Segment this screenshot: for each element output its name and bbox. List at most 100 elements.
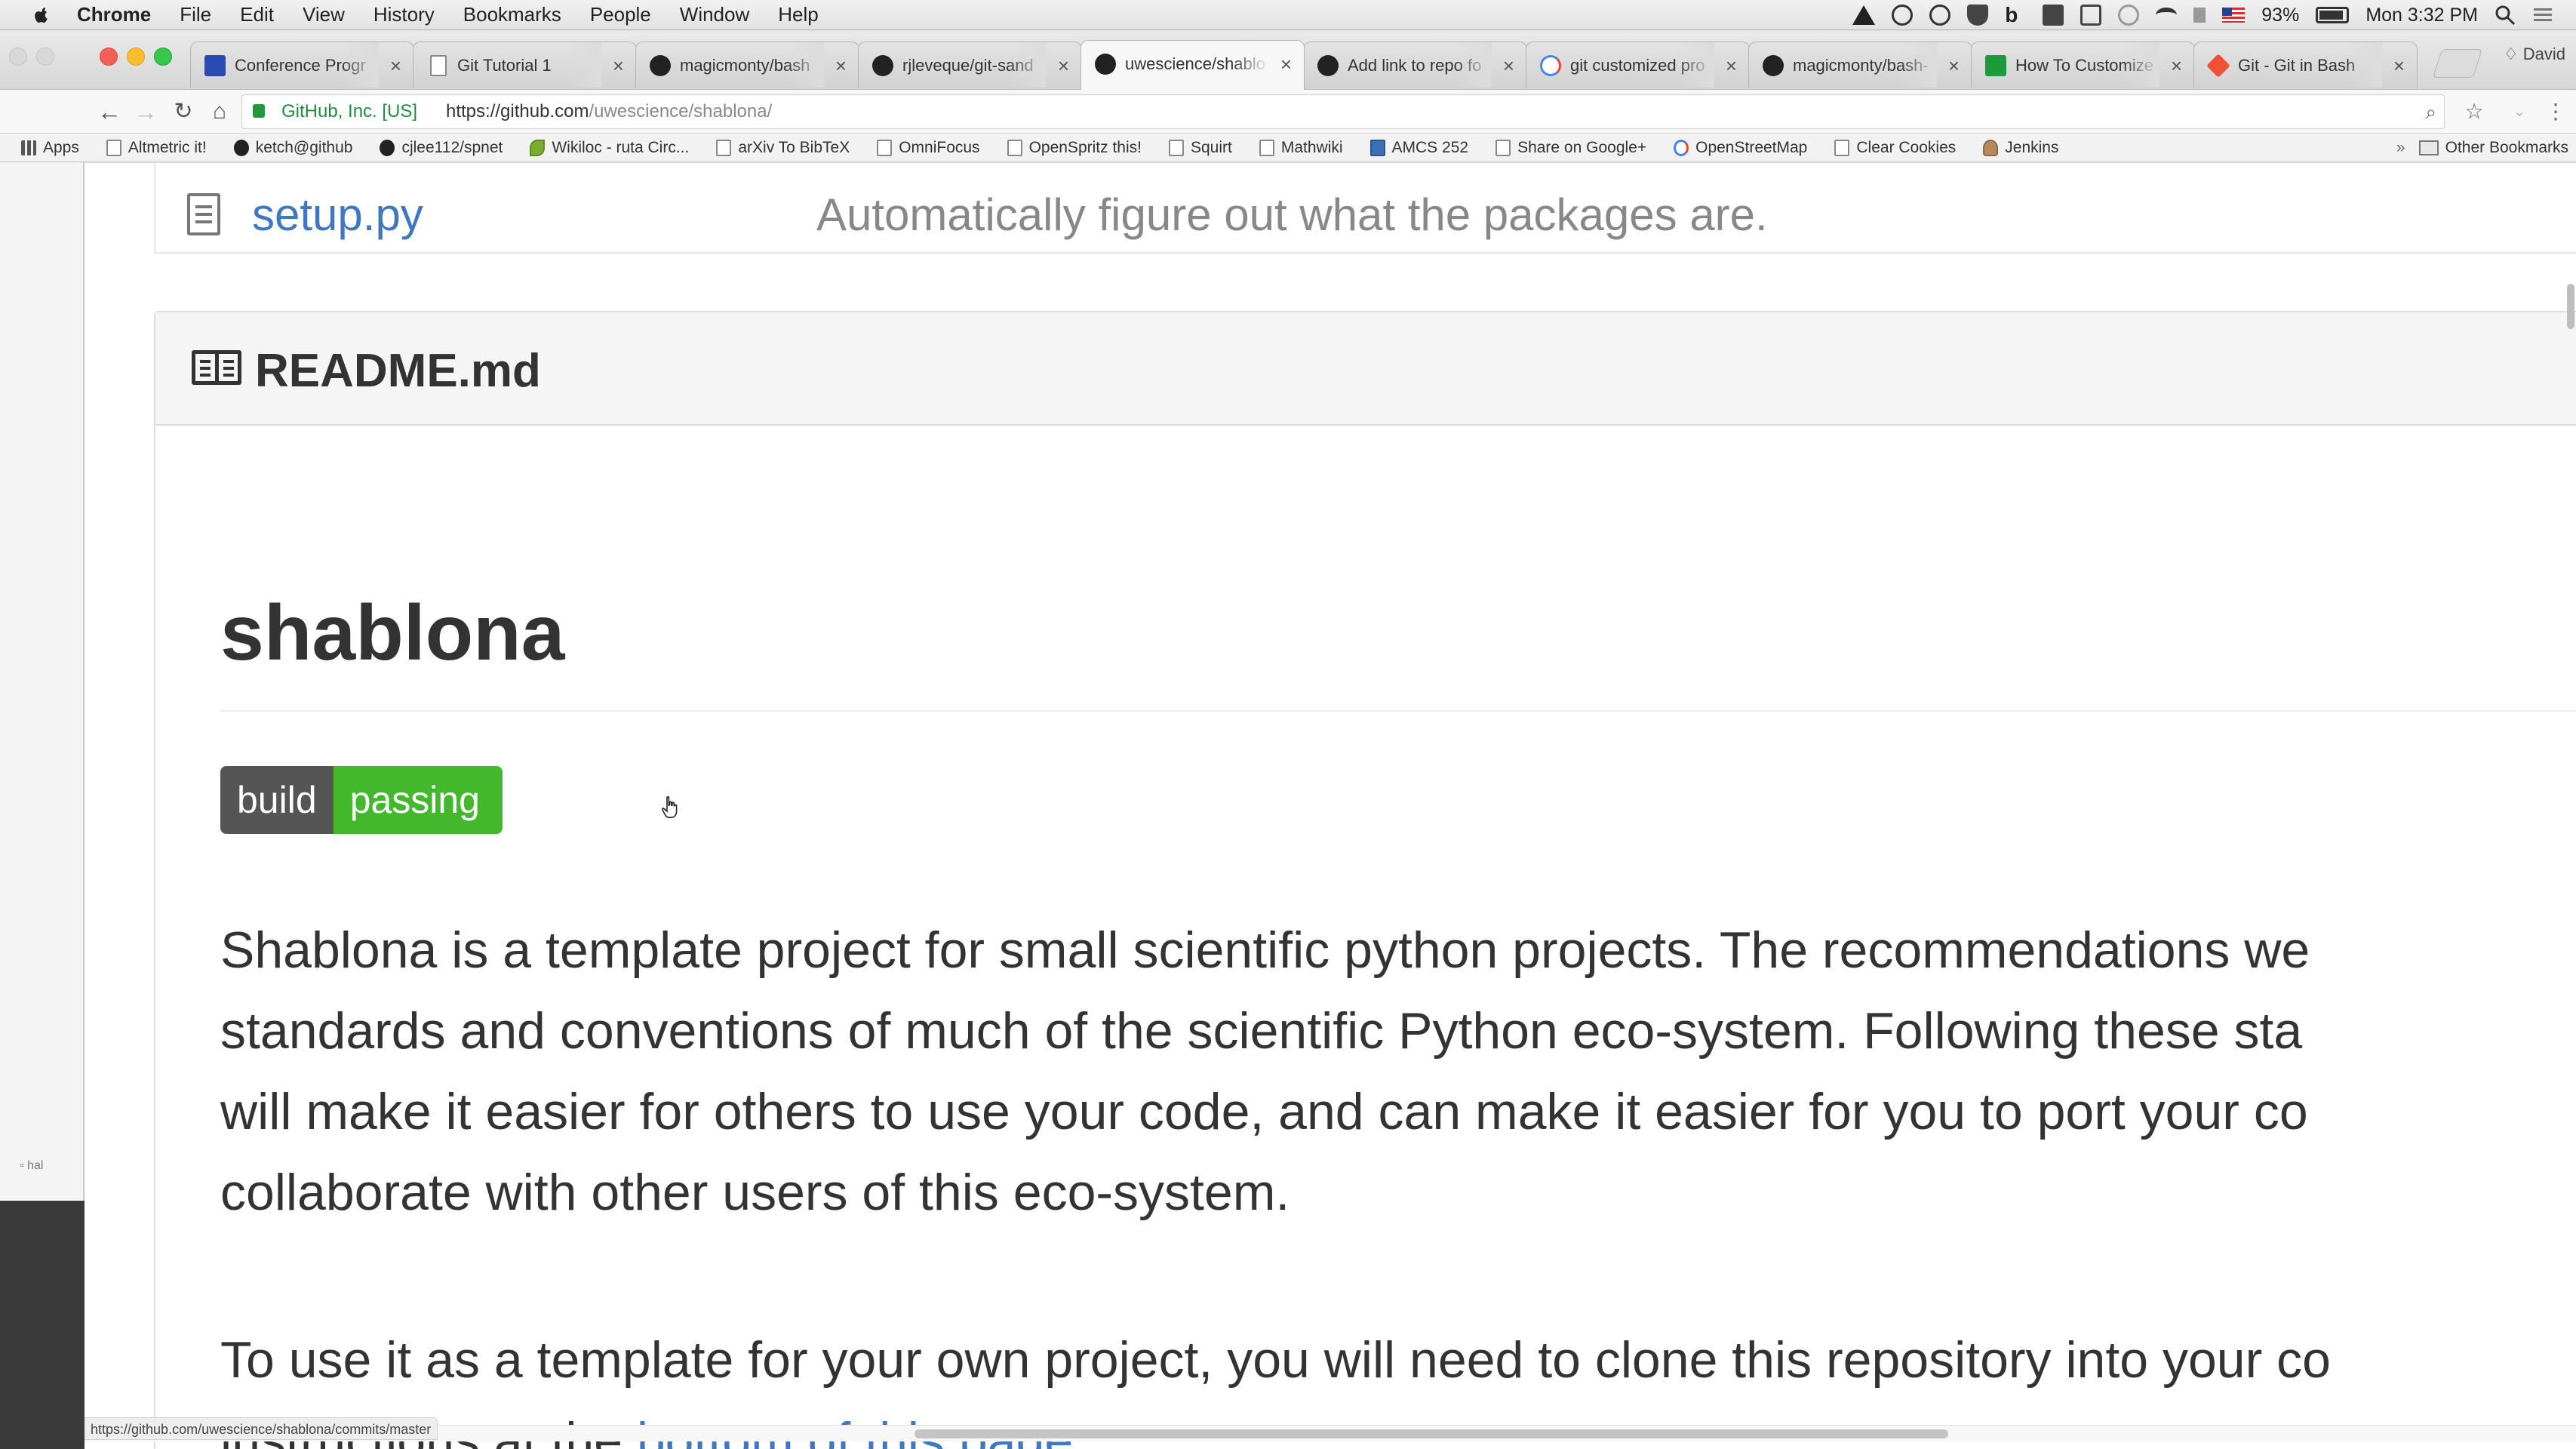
vertical-scrollbar[interactable]	[2565, 163, 2576, 1449]
chrome-menu-icon[interactable]: ⋮	[2543, 99, 2568, 125]
home-icon[interactable]: ⌂	[204, 96, 235, 128]
secure-site-label[interactable]: GitHub, Inc. [US]	[281, 95, 417, 128]
tab-close-icon[interactable]: ×	[390, 42, 401, 88]
tab-title: Git Tutorial 1	[457, 56, 552, 75]
google-drive-icon[interactable]	[1852, 5, 1876, 25]
bookmark-arxiv-bibtex[interactable]: arXiv To BibTeX	[716, 139, 850, 157]
bookmark-openstreetmap[interactable]: OpenStreetMap	[1674, 139, 1807, 157]
tab-uwescience-shablona[interactable]: uwescience/shablo ×	[1081, 40, 1305, 90]
build-status-badge[interactable]: build passing	[220, 766, 503, 834]
extension-icon[interactable]: ⌄	[2507, 99, 2532, 125]
bookmark-mathwiki[interactable]: Mathwiki	[1259, 139, 1343, 157]
window-zoom-button[interactable]	[154, 48, 172, 66]
tab-close-icon[interactable]: ×	[1948, 42, 1960, 88]
conference-icon	[204, 55, 226, 76]
bookmarks-bar: Apps Altmetric it! ketch@github cjlee112…	[0, 134, 2576, 162]
onepassword-icon[interactable]	[1892, 5, 1914, 26]
background-window-edge: ▫ hal	[0, 31, 85, 1449]
tab-title-fade	[2344, 42, 2382, 88]
battery-icon[interactable]	[2316, 7, 2350, 23]
zoom-magnifier-icon[interactable]: ⌕	[2425, 95, 2436, 128]
bookmark-share-google-plus[interactable]: Share on Google+	[1495, 139, 1646, 157]
tab-close-icon[interactable]: ×	[1280, 41, 1292, 88]
menubar-clock[interactable]: Mon 3:32 PM	[2365, 5, 2478, 26]
sync-icon[interactable]	[2118, 5, 2140, 26]
bookmark-apps[interactable]: Apps	[21, 139, 79, 157]
menu-history[interactable]: History	[373, 3, 435, 26]
airplay-icon[interactable]	[2080, 5, 2102, 26]
tab-title-fade	[1899, 42, 1937, 88]
reload-icon[interactable]: ↻	[168, 96, 199, 128]
tab-how-to-customize[interactable]: How To Customize ×	[1971, 42, 2195, 88]
url-text[interactable]: https://github.com/uwescience/shablona/	[446, 95, 772, 128]
bookmark-page-icon	[1495, 139, 1511, 156]
menu-bookmarks[interactable]: Bookmarks	[463, 3, 561, 26]
bookmark-squirt[interactable]: Squirt	[1168, 138, 1232, 157]
bitbar-icon[interactable]: b	[2005, 5, 2026, 26]
tab-conference-program[interactable]: Conference Progr ×	[190, 42, 414, 88]
shield-icon[interactable]	[1967, 5, 1989, 26]
back-arrow-icon[interactable]: ←	[94, 96, 125, 128]
macos-menu-bar: Chrome File Edit View History Bookmarks …	[0, 0, 2576, 30]
tab-rjleveque-git-sandbox[interactable]: rjleveque/git-sand ×	[858, 42, 1082, 88]
tab-git-in-bash[interactable]: Git - Git in Bash ×	[2193, 42, 2418, 88]
tab-close-icon[interactable]: ×	[2393, 42, 2405, 88]
menu-help[interactable]: Help	[778, 3, 818, 26]
file-name-link[interactable]: setup.py	[252, 189, 423, 241]
tab-close-icon[interactable]: ×	[1058, 42, 1069, 88]
bookmark-cjlee112-spnet[interactable]: cjlee112/spnet	[380, 139, 503, 157]
window-close-button[interactable]	[100, 48, 118, 66]
horizontal-scrollbar[interactable]	[85, 1425, 2576, 1441]
readme-title: README.md	[255, 345, 541, 397]
tab-title: Git - Git in Bash	[2238, 56, 2356, 75]
other-bookmarks-folder[interactable]: » Other Bookmarks	[2396, 134, 2568, 162]
tab-git-customized-prompt[interactable]: git customized pro ×	[1526, 42, 1750, 88]
menu-file[interactable]: File	[180, 3, 211, 26]
dropbox-icon[interactable]	[2043, 5, 2064, 26]
notification-center-icon[interactable]	[2532, 6, 2553, 24]
profile-button[interactable]: ♢ David	[2504, 45, 2565, 64]
tab-magicmonty-bash-2[interactable]: magicmonty/bash- ×	[1748, 42, 1972, 88]
bookmark-openspritz[interactable]: OpenSpritz this!	[1007, 139, 1142, 157]
spotlight-search-icon[interactable]	[2495, 5, 2516, 26]
tab-close-icon[interactable]: ×	[1503, 42, 1514, 88]
badge-status: passing	[333, 766, 503, 834]
bookmark-amcs-252[interactable]: AMCS 252	[1369, 139, 1468, 157]
tab-close-icon[interactable]: ×	[613, 42, 624, 88]
bookmark-wikiloc[interactable]: Wikiloc - ruta Circ...	[530, 139, 689, 157]
address-bar[interactable]: GitHub, Inc. [US] https://github.com/uwe…	[241, 94, 2445, 129]
bookmark-clear-cookies[interactable]: Clear Cookies	[1834, 139, 1956, 157]
tab-git-tutorial[interactable]: Git Tutorial 1 ×	[413, 42, 637, 88]
file-commit-message[interactable]: Automatically figure out what the packag…	[816, 189, 1768, 241]
tab-close-icon[interactable]: ×	[2171, 42, 2182, 88]
menu-people[interactable]: People	[590, 3, 651, 26]
forward-arrow-icon[interactable]: →	[130, 96, 161, 128]
horizontal-scrollbar-thumb[interactable]	[915, 1429, 1948, 1438]
bookmark-page-icon	[1259, 139, 1274, 156]
bookmark-altmetric[interactable]: Altmetric it!	[106, 139, 207, 157]
menu-app-name[interactable]: Chrome	[77, 3, 151, 26]
bookmark-star-icon[interactable]: ☆	[2461, 99, 2487, 125]
bookmark-label: Squirt	[1190, 138, 1232, 156]
wifi-icon[interactable]	[2156, 8, 2178, 23]
window-minimize-button[interactable]	[127, 48, 145, 66]
menu-edit[interactable]: Edit	[240, 3, 274, 26]
tab-magicmonty-bash[interactable]: magicmonty/bash ×	[635, 42, 859, 88]
input-source-flag-icon[interactable]	[2222, 8, 2246, 23]
bookmark-ketch-github[interactable]: ketch@github	[233, 139, 352, 157]
menu-window[interactable]: Window	[680, 3, 749, 26]
bookmark-jenkins[interactable]: Jenkins	[1983, 139, 2058, 157]
new-tab-button[interactable]	[2432, 49, 2483, 78]
tab-strip: Conference Progr × Git Tutorial 1 × magi…	[0, 31, 2576, 90]
tab-close-icon[interactable]: ×	[835, 42, 847, 88]
tab-close-icon[interactable]: ×	[1726, 42, 1737, 88]
apps-grid-icon	[21, 140, 36, 155]
time-machine-icon[interactable]	[1929, 5, 1951, 26]
apple-logo-icon[interactable]	[30, 4, 53, 26]
bookmark-omnifocus[interactable]: OmniFocus	[877, 139, 980, 157]
tab-add-link-to-repo[interactable]: Add link to repo fo ×	[1303, 42, 1527, 88]
menu-view[interactable]: View	[303, 3, 345, 26]
volume-icon[interactable]	[2193, 8, 2206, 23]
chevron-double-right-icon[interactable]: »	[2396, 139, 2405, 157]
vertical-scrollbar-thumb[interactable]	[2567, 284, 2574, 329]
